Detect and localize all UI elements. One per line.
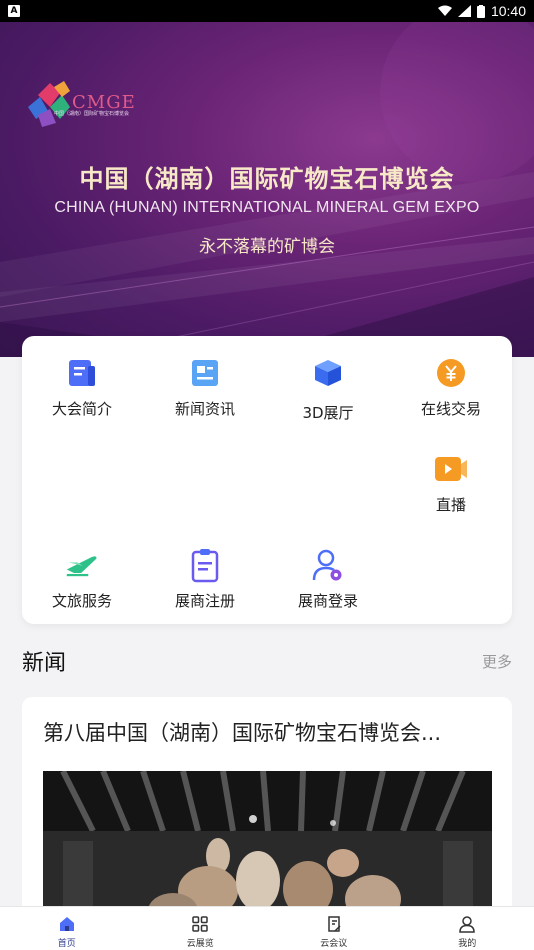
battery-icon xyxy=(476,4,485,18)
banner-title-en: CHINA (HUNAN) INTERNATIONAL MINERAL GEM … xyxy=(54,199,480,216)
wifi-icon xyxy=(437,5,452,16)
profile-icon xyxy=(459,916,476,933)
menu-item-3d-hall[interactable]: 3D展厅 xyxy=(268,356,388,423)
menu-label: 新闻资讯 xyxy=(174,400,235,418)
tab-profile[interactable]: 我的 xyxy=(401,907,534,950)
menu-item-intro[interactable]: 大会简介 xyxy=(22,356,142,419)
video-camera-icon xyxy=(434,452,468,486)
tab-label: 我的 xyxy=(458,939,477,949)
menu-item-news[interactable]: 新闻资讯 xyxy=(145,356,265,419)
menu-label: 文旅服务 xyxy=(51,592,112,610)
clipboard-icon xyxy=(188,548,222,583)
menu-label: 大会简介 xyxy=(51,400,112,418)
banner-title-cn: 中国（湖南）国际矿物宝石博览会 xyxy=(79,165,455,193)
menu-label: 3D展厅 xyxy=(302,404,354,422)
tab-cloud-exhibition[interactable]: 云展览 xyxy=(134,907,268,950)
menu-item-exhibitor-register[interactable]: 展商注册 xyxy=(145,548,265,611)
status-time: 10:40 xyxy=(490,3,526,19)
menu-item-travel[interactable]: 文旅服务 xyxy=(22,548,142,611)
user-login-icon xyxy=(311,548,345,582)
news-section-header: 新闻 更多 xyxy=(22,645,512,677)
hero-banner[interactable]: CMGE 中国（湖南）国际矿物宝石博览会 中国（湖南）国际矿物宝石博览会 CHI… xyxy=(0,22,534,357)
meeting-icon xyxy=(328,916,341,932)
news-more-link[interactable]: 更多 xyxy=(482,651,512,672)
status-right: 10:40 xyxy=(437,3,526,19)
tab-label: 首页 xyxy=(57,939,76,949)
news-thumbnail xyxy=(43,771,492,927)
menu-label: 展商登录 xyxy=(297,592,358,610)
status-bar: A 10:40 xyxy=(0,0,534,22)
news-headline: 第八届中国（湖南）国际矿物宝石博览会... xyxy=(43,721,442,745)
tab-cloud-meeting[interactable]: 云会议 xyxy=(267,907,401,950)
news-card[interactable]: 第八届中国（湖南）国际矿物宝石博览会... xyxy=(22,697,512,927)
tab-label: 云会议 xyxy=(320,939,348,949)
signal-icon xyxy=(457,5,471,17)
menu-label: 在线交易 xyxy=(420,400,481,418)
menu-item-online-trade[interactable]: 在线交易 xyxy=(391,356,511,419)
app-screen: A 10:40 CMGE 中国（湖南）国际矿物宝石博览会 中国（湖南）国际矿物宝… xyxy=(0,0,534,950)
logo-subtitle: 中国（湖南）国际矿物宝石博览会 xyxy=(54,111,130,117)
menu-item-exhibitor-login[interactable]: 展商登录 xyxy=(268,548,388,611)
news-icon xyxy=(188,356,222,390)
feature-menu-card: 大会简介 新闻资讯 3D展厅 在线交易 直播 文旅服务 展商注册 展商登录 xyxy=(22,336,512,624)
tab-home[interactable]: 首页 xyxy=(0,907,134,950)
document-icon xyxy=(65,356,99,390)
yuan-coin-icon xyxy=(434,356,468,390)
menu-label: 展商注册 xyxy=(174,592,235,610)
home-icon xyxy=(59,917,74,931)
news-section-title: 新闻 xyxy=(22,651,67,676)
bottom-tab-bar: 首页 云展览 云会议 我的 xyxy=(0,906,534,950)
cube-icon xyxy=(311,356,345,390)
tab-label: 云展览 xyxy=(186,939,214,949)
grid-icon xyxy=(192,916,208,932)
banner-slogan: 永不落幕的矿博会 xyxy=(199,237,335,257)
airplane-icon xyxy=(65,548,99,582)
menu-label: 直播 xyxy=(435,496,466,514)
menu-item-live[interactable]: 直播 xyxy=(391,452,511,515)
notification-badge: A xyxy=(8,5,20,17)
